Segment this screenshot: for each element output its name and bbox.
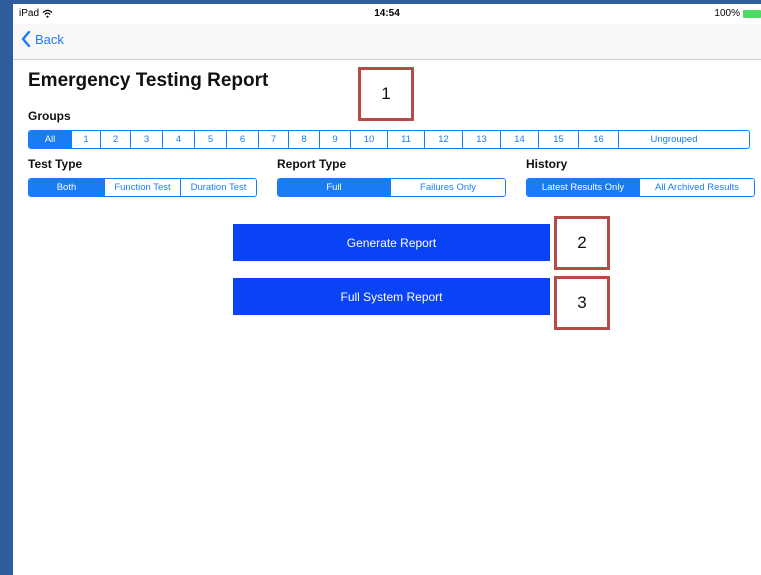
status-bar: iPad 14:54 100% — [13, 4, 761, 24]
navigation-bar: Back — [13, 24, 761, 60]
generate-report-button[interactable]: Generate Report — [233, 224, 550, 261]
callout-1: 1 — [358, 67, 414, 121]
history-option-latest-results-only[interactable]: Latest Results Only — [527, 179, 640, 196]
history-label: History — [526, 157, 568, 171]
groups-option-4[interactable]: 4 — [163, 131, 195, 148]
report-type-label: Report Type — [277, 157, 347, 171]
test-type-segmented-control: Both Function Test Duration Test — [28, 178, 257, 197]
test-type-option-function-test[interactable]: Function Test — [105, 179, 181, 196]
groups-option-9[interactable]: 9 — [320, 131, 351, 148]
full-system-report-button[interactable]: Full System Report — [233, 278, 550, 315]
groups-option-10[interactable]: 10 — [351, 131, 388, 148]
report-type-segmented-control: Full Failures Only — [277, 178, 506, 197]
battery-icon — [743, 9, 761, 18]
groups-option-7[interactable]: 7 — [259, 131, 289, 148]
status-time: 14:54 — [374, 8, 400, 19]
test-type-option-duration-test[interactable]: Duration Test — [181, 179, 256, 196]
ipad-screen: iPad 14:54 100% Back Emergency Testing R… — [13, 4, 761, 575]
battery-percent: 100% — [714, 8, 740, 19]
test-type-label: Test Type — [28, 157, 83, 171]
callout-2: 2 — [554, 216, 610, 270]
groups-option-15[interactable]: 15 — [539, 131, 579, 148]
groups-option-14[interactable]: 14 — [501, 131, 539, 148]
groups-option-2[interactable]: 2 — [101, 131, 131, 148]
groups-option-16[interactable]: 16 — [579, 131, 619, 148]
back-button[interactable]: Back — [21, 31, 64, 47]
test-type-option-both[interactable]: Both — [29, 179, 105, 196]
groups-option-ungrouped[interactable]: Ungrouped — [619, 131, 729, 148]
callout-3: 3 — [554, 276, 610, 330]
frame-left-border — [0, 0, 13, 575]
report-type-option-failures-only[interactable]: Failures Only — [391, 179, 505, 196]
page-title: Emergency Testing Report — [28, 70, 269, 91]
groups-option-8[interactable]: 8 — [289, 131, 320, 148]
groups-option-11[interactable]: 11 — [388, 131, 425, 148]
groups-option-1[interactable]: 1 — [72, 131, 101, 148]
groups-segmented-control: All 1 2 3 4 5 6 7 8 9 10 11 12 13 14 15 16 Ungrouped — [28, 130, 750, 149]
groups-label: Groups — [28, 109, 71, 123]
history-segmented-control: Latest Results Only All Archived Results — [526, 178, 755, 197]
groups-option-12[interactable]: 12 — [425, 131, 463, 148]
status-right: 100% — [714, 8, 761, 19]
back-label: Back — [35, 31, 64, 47]
groups-option-5[interactable]: 5 — [195, 131, 227, 148]
history-option-all-archived-results[interactable]: All Archived Results — [640, 179, 754, 196]
groups-option-all[interactable]: All — [29, 131, 72, 148]
groups-option-3[interactable]: 3 — [131, 131, 163, 148]
chevron-left-icon — [21, 31, 31, 47]
groups-option-6[interactable]: 6 — [227, 131, 259, 148]
report-type-option-full[interactable]: Full — [278, 179, 391, 196]
groups-option-13[interactable]: 13 — [463, 131, 501, 148]
